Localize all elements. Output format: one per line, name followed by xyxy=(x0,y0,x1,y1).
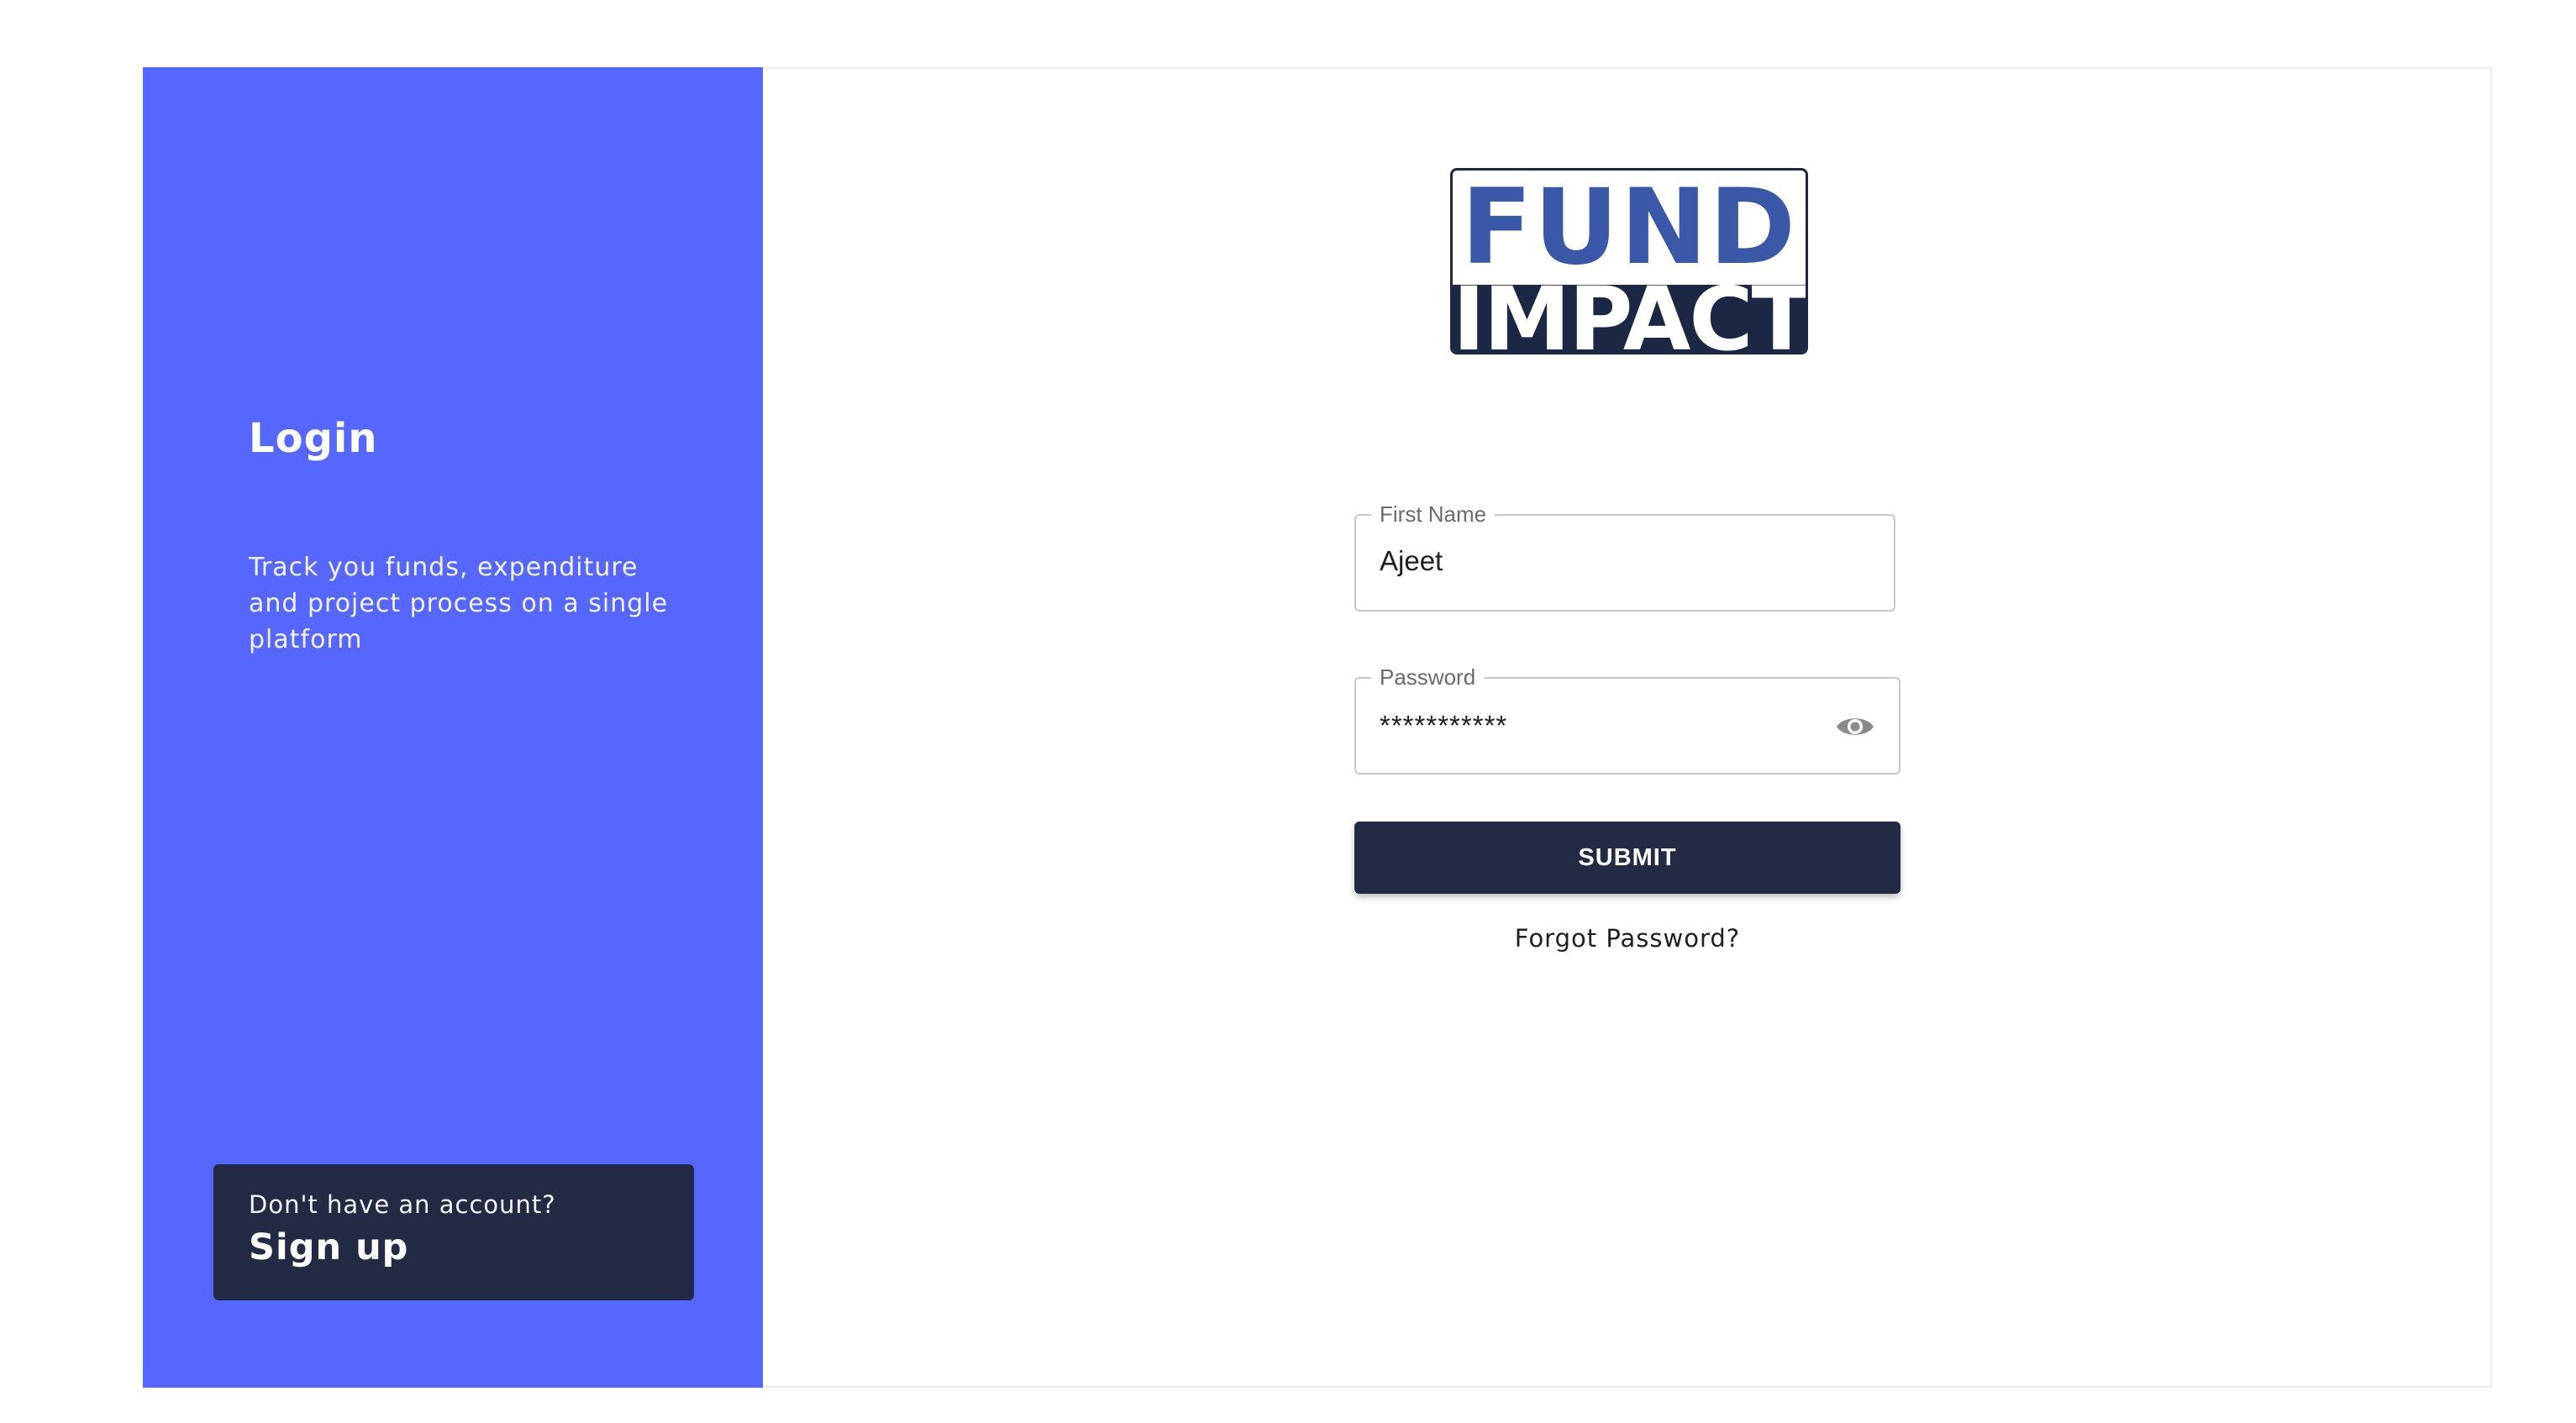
first-name-input[interactable]: Ajeet xyxy=(1380,544,1443,578)
fund-impact-logo: FUND IMPACT xyxy=(1450,168,1808,354)
signup-prompt: Don't have an account? xyxy=(249,1190,556,1219)
signup-card[interactable]: Don't have an account? Sign up xyxy=(213,1164,694,1300)
logo-fund-text: FUND xyxy=(1460,168,1798,288)
login-title: Login xyxy=(249,415,378,462)
signup-link[interactable]: Sign up xyxy=(249,1226,659,1268)
forgot-password-link[interactable]: Forgot Password? xyxy=(1354,924,1900,953)
password-field[interactable]: Password *********** xyxy=(1354,664,1900,775)
logo-impact-text: IMPACT xyxy=(1453,285,1806,352)
login-description: Track you funds, expenditure and project… xyxy=(249,553,669,654)
password-label: Password xyxy=(1371,664,1485,690)
submit-button[interactable]: SUBMIT xyxy=(1354,822,1900,894)
eye-icon[interactable] xyxy=(1835,709,1875,744)
password-input[interactable]: *********** xyxy=(1380,709,1507,743)
eye-icon-svg xyxy=(1837,718,1874,735)
first-name-field[interactable]: First Name Ajeet xyxy=(1354,501,1895,612)
first-name-label: First Name xyxy=(1371,501,1496,528)
sidebar-panel: Login Track you funds, expenditure and p… xyxy=(143,67,763,1388)
